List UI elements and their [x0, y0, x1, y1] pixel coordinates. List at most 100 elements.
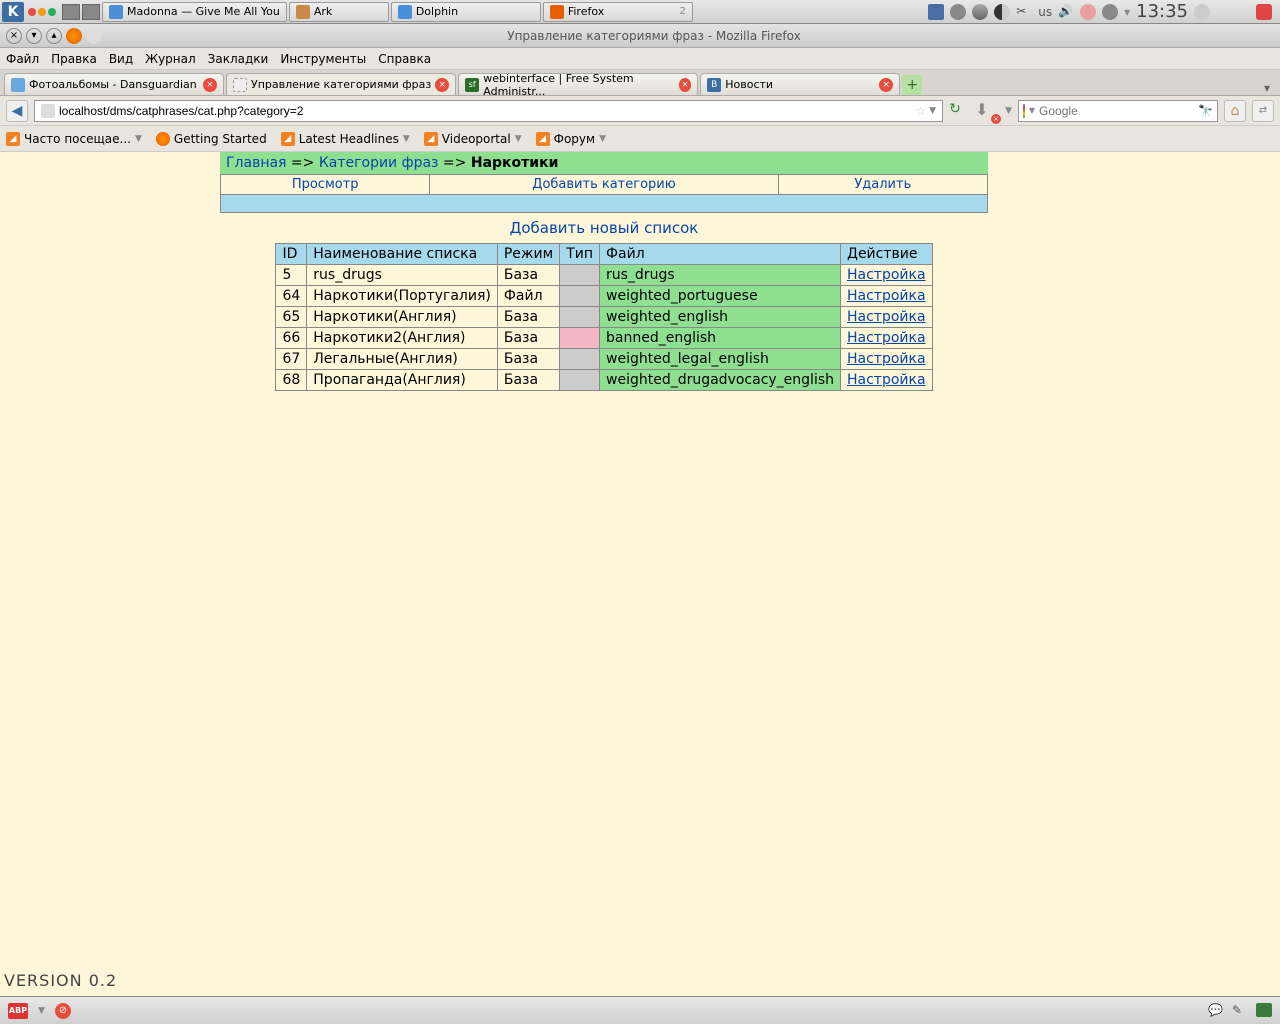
tab-news[interactable]: B Новости ×	[700, 73, 900, 95]
cell-file: rus_drugs	[600, 265, 841, 286]
search-input[interactable]	[1039, 104, 1194, 118]
bookmark-headlines[interactable]: ◢Latest Headlines▼	[281, 132, 410, 146]
abp-dropdown-icon[interactable]: ▼	[38, 1006, 45, 1016]
tab-categories[interactable]: Управление категориями фраз ×	[226, 73, 456, 95]
scissors-icon[interactable]: ✂	[1016, 4, 1032, 20]
pin-icon[interactable]	[86, 28, 102, 44]
configure-link[interactable]: Настройка	[847, 372, 926, 388]
col-id: ID	[276, 244, 307, 265]
downloads-button[interactable]: ⬇×	[975, 100, 999, 122]
cell-type	[560, 328, 600, 349]
globe-icon[interactable]	[972, 4, 988, 20]
network-icon[interactable]	[1102, 4, 1118, 20]
chat-icon[interactable]: 💬	[1208, 1003, 1224, 1019]
home-button[interactable]: ⌂	[1224, 100, 1246, 122]
new-tab-button[interactable]: +	[902, 75, 922, 95]
configure-link[interactable]: Настройка	[847, 267, 926, 283]
reload-button[interactable]: ↻	[949, 101, 969, 121]
breadcrumb-categories[interactable]: Категории фраз	[319, 155, 439, 171]
cell-name: rus_drugs	[307, 265, 498, 286]
view-link[interactable]: Просмотр	[292, 177, 359, 192]
col-action: Действие	[841, 244, 933, 265]
info-icon[interactable]	[950, 4, 966, 20]
rss-icon: ◢	[6, 132, 20, 146]
cell-id: 67	[276, 349, 307, 370]
bookmark-videoportal[interactable]: ◢Videoportal▼	[424, 132, 522, 146]
configure-link[interactable]: Настройка	[847, 351, 926, 367]
rss-icon: ◢	[281, 132, 295, 146]
back-button[interactable]: ◀	[6, 100, 28, 122]
info-tray-icon[interactable]	[1194, 4, 1210, 20]
table-row: 66Наркотики2(Англия)Базаbanned_englishНа…	[276, 328, 932, 349]
dropdown-icon[interactable]: ▼	[929, 106, 936, 116]
sync-button[interactable]: ⇄	[1252, 100, 1274, 122]
maximize-icon[interactable]: ▴	[46, 28, 62, 44]
bookmark-forum[interactable]: ◢Форум▼	[536, 132, 606, 146]
star-icon[interactable]: ☆	[915, 104, 926, 118]
table-row: 5rus_drugsБазаrus_drugsНастройка	[276, 265, 932, 286]
menu-tools[interactable]: Инструменты	[280, 52, 366, 66]
extension-icon[interactable]	[1256, 1003, 1272, 1017]
minimize-icon[interactable]: ▾	[26, 28, 42, 44]
menu-help[interactable]: Справка	[378, 52, 431, 66]
kde-menu-icon[interactable]: K	[2, 2, 24, 22]
task-ark[interactable]: Ark	[289, 2, 389, 22]
menu-history[interactable]: Журнал	[145, 52, 196, 66]
display-icon[interactable]	[928, 4, 944, 20]
clock[interactable]: 13:35	[1136, 1, 1188, 22]
search-bar[interactable]: ▼ 🔭	[1018, 100, 1218, 122]
bookmark-frequent[interactable]: ◢Часто посещае...▼	[6, 132, 142, 146]
binoculars-icon[interactable]: 🔭	[1198, 104, 1213, 118]
task-dolphin[interactable]: Dolphin	[391, 2, 541, 22]
configure-link[interactable]: Настройка	[847, 309, 926, 325]
volume-icon[interactable]: 🔊	[1058, 4, 1074, 20]
adblock-icon[interactable]: ABP	[8, 1003, 28, 1019]
tab-webinterface[interactable]: sf webinterface | Free System Administr.…	[458, 73, 698, 95]
menu-view[interactable]: Вид	[109, 52, 133, 66]
delete-link[interactable]: Удалить	[854, 177, 911, 192]
menu-edit[interactable]: Правка	[51, 52, 97, 66]
separator-bar	[220, 195, 988, 213]
bookmarks-toolbar: ◢Часто посещае...▼ Getting Started ◢Late…	[0, 126, 1280, 152]
cell-mode: База	[497, 370, 559, 391]
tab-list-icon[interactable]: ▾	[1258, 81, 1276, 95]
close-tab-icon[interactable]: ×	[435, 78, 449, 92]
tab-label: Управление категориями фраз	[251, 78, 431, 91]
cell-type	[560, 307, 600, 328]
close-icon[interactable]: ×	[6, 28, 22, 44]
cell-type	[560, 349, 600, 370]
breadcrumb-current: Наркотики	[471, 155, 559, 171]
task-madonna[interactable]: Madonna — Give Me All You	[102, 2, 287, 22]
configure-link[interactable]: Настройка	[847, 330, 926, 346]
google-icon[interactable]	[1023, 104, 1025, 118]
menu-bookmarks[interactable]: Закладки	[208, 52, 269, 66]
add-list-link[interactable]: Добавить новый список	[510, 219, 699, 237]
add-category-link[interactable]: Добавить категорию	[532, 177, 675, 192]
favicon-icon: sf	[465, 78, 479, 92]
keyboard-layout[interactable]: us	[1038, 5, 1052, 19]
user-icon[interactable]	[1080, 4, 1096, 20]
downloads-dropdown-icon[interactable]: ▼	[1005, 106, 1012, 116]
navigation-toolbar: ◀ ☆ ▼ ↻ ⬇× ▼ ▼ 🔭 ⌂ ⇄	[0, 96, 1280, 126]
close-tab-icon[interactable]: ×	[879, 78, 893, 92]
noscript-icon[interactable]: ⊘	[55, 1003, 71, 1019]
col-file: Файл	[600, 244, 841, 265]
menu-file[interactable]: Файл	[6, 52, 39, 66]
search-dropdown-icon[interactable]: ▼	[1029, 106, 1035, 115]
close-tab-icon[interactable]: ×	[679, 78, 691, 92]
notification-icon[interactable]	[1256, 4, 1272, 20]
contrast-icon[interactable]	[994, 4, 1010, 20]
cell-mode: База	[497, 265, 559, 286]
url-input[interactable]	[59, 104, 911, 118]
edit-icon[interactable]: ✎	[1232, 1003, 1248, 1019]
desktop-pager[interactable]	[62, 4, 100, 20]
configure-link[interactable]: Настройка	[847, 288, 926, 304]
cell-id: 65	[276, 307, 307, 328]
close-tab-icon[interactable]: ×	[203, 78, 217, 92]
task-firefox[interactable]: Firefox2	[543, 2, 693, 22]
expand-tray-icon[interactable]: ▾	[1124, 5, 1130, 19]
address-bar[interactable]: ☆ ▼	[34, 100, 943, 122]
breadcrumb-home[interactable]: Главная	[226, 155, 286, 171]
bookmark-getting-started[interactable]: Getting Started	[156, 132, 267, 146]
tab-photoalbums[interactable]: Фотоальбомы - Dansguardian ×	[4, 73, 224, 95]
